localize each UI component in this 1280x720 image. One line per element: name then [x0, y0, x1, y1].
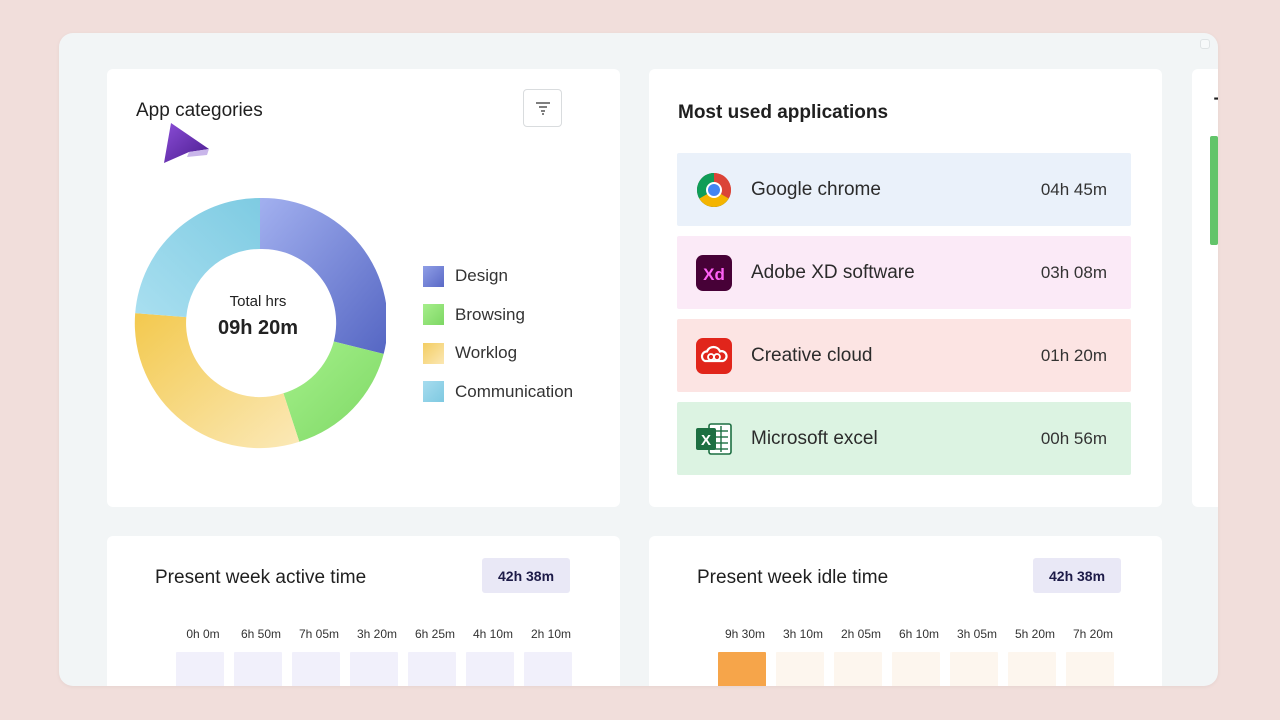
legend-item-browsing: Browsing [423, 296, 573, 335]
app-time: 01h 20m [1040, 345, 1107, 365]
legend-swatch [423, 304, 444, 326]
day-value: 9h 30m [724, 627, 766, 641]
app-time: 00h 56m [1040, 428, 1107, 448]
total-badge: 42h 38m [482, 558, 571, 593]
day-cell[interactable] [776, 652, 824, 686]
day-value: 3h 10m [782, 627, 824, 641]
legend-label: Design [455, 266, 508, 286]
card-title: T [1214, 95, 1218, 117]
day-value: 6h 25m [414, 627, 456, 641]
legend-item-communication: Communication [423, 373, 573, 412]
card-title: Present week active time [155, 567, 367, 588]
cursor-pointer-icon [164, 123, 209, 163]
legend-swatch [423, 265, 444, 287]
day-value: 2h 05m [840, 627, 882, 641]
app-name: Microsoft excel [751, 427, 878, 449]
donut-segment-browsing [283, 341, 384, 442]
donut-center: Total hrs 09h 20m [183, 293, 333, 340]
total-badge: 42h 38m [1033, 558, 1122, 593]
app-name: Google chrome [751, 178, 881, 200]
legend-label: Browsing [455, 304, 525, 324]
legend-swatch [423, 381, 444, 403]
day-cell[interactable] [834, 652, 882, 686]
svg-text:X: X [701, 432, 711, 449]
day-cell[interactable] [718, 652, 766, 686]
day-cell[interactable] [176, 652, 224, 686]
app-name: Adobe XD software [751, 261, 915, 283]
week-idle-time-card: Present week idle time 42h 38m 9h 30m 3h… [649, 536, 1162, 686]
app-row-creative-cloud[interactable]: Creative cloud 01h 20m [677, 319, 1131, 392]
day-value: 2h 10m [530, 627, 572, 641]
day-cell[interactable] [892, 652, 940, 686]
legend-label: Communication [455, 381, 574, 401]
progress-bar [1210, 136, 1218, 245]
app-row-microsoft-excel[interactable]: X Microsoft excel 00h 56m [677, 402, 1131, 475]
excel-icon: X [696, 422, 732, 455]
chrome-icon [697, 172, 731, 207]
most-used-apps-card: Most used applications Google chrome 04h… [649, 69, 1162, 507]
day-cell[interactable] [466, 652, 514, 686]
day-value: 4h 10m [472, 627, 514, 641]
legend-swatch [423, 342, 444, 364]
svg-text:Xd: Xd [703, 265, 725, 284]
day-cell[interactable] [408, 652, 456, 686]
legend-item-design: Design [423, 257, 573, 296]
app-categories-card: App categories Total hrs 09h 20m Design … [107, 69, 620, 507]
week-active-time-card: Present week active time 42h 38m 0h 0m 6… [107, 536, 620, 686]
card-title: Most used applications [678, 102, 889, 123]
day-value: 6h 50m [240, 627, 282, 641]
day-value: 3h 05m [956, 627, 998, 641]
total-label: Total hrs [229, 293, 287, 310]
app-row-adobe-xd[interactable]: Xd Adobe XD software 03h 08m [677, 236, 1131, 309]
filter-button[interactable] [523, 89, 562, 127]
third-card: T [1192, 69, 1218, 507]
app-time: 04h 45m [1040, 179, 1107, 199]
legend-label: Worklog [455, 343, 518, 363]
app-time: 03h 08m [1040, 262, 1107, 282]
day-value: 0h 0m [186, 627, 220, 641]
day-cell[interactable] [350, 652, 398, 686]
day-value: 3h 20m [356, 627, 398, 641]
day-cell[interactable] [1066, 652, 1114, 686]
day-cell[interactable] [234, 652, 282, 686]
week-cells [718, 652, 1124, 686]
creative-cloud-icon [696, 337, 732, 374]
day-cell[interactable] [292, 652, 340, 686]
day-value: 5h 20m [1014, 627, 1056, 641]
day-cell[interactable] [950, 652, 998, 686]
filter-icon [535, 102, 550, 115]
legend-item-worklog: Worklog [423, 334, 573, 373]
day-cell[interactable] [1008, 652, 1056, 686]
week-day-labels: 9h 30m 3h 10m 2h 05m 6h 10m 3h 05m 5h 20… [716, 627, 1122, 641]
week-day-labels: 0h 0m 6h 50m 7h 05m 3h 20m 6h 25m 4h 10m… [174, 627, 580, 641]
categories-legend: Design Browsing Worklog Communication [423, 257, 573, 411]
app-window: App categories Total hrs 09h 20m Design … [59, 33, 1218, 686]
card-title: Present week idle time [697, 567, 889, 588]
week-cells [176, 652, 582, 686]
window-corner-icon [1200, 39, 1210, 49]
app-list: Google chrome 04h 45m Xd Adobe XD softwa… [677, 153, 1131, 485]
day-value: 7h 20m [1072, 627, 1114, 641]
day-cell[interactable] [524, 652, 572, 686]
day-value: 7h 05m [298, 627, 340, 641]
total-value: 09h 20m [217, 317, 299, 339]
day-value: 6h 10m [898, 627, 940, 641]
app-name: Creative cloud [751, 344, 873, 366]
app-row-google-chrome[interactable]: Google chrome 04h 45m [677, 153, 1131, 226]
adobe-xd-icon: Xd [696, 254, 732, 291]
